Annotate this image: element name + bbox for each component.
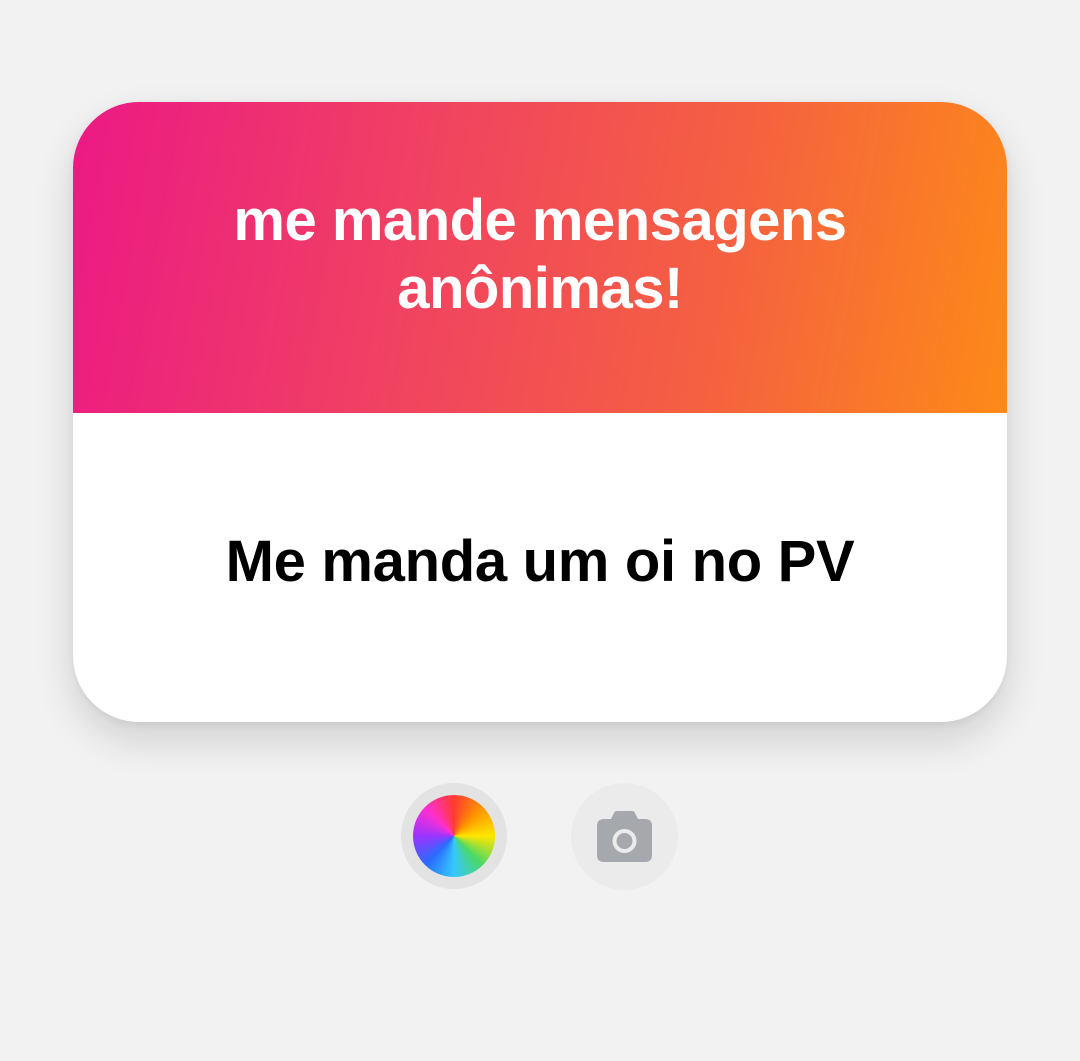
question-sticker-card[interactable]: me mande mensagens anônimas! Me manda um…: [73, 102, 1007, 722]
sticker-answer-area[interactable]: Me manda um oi no PV: [73, 413, 1007, 722]
sticker-title[interactable]: me mande mensagens anônimas!: [110, 187, 970, 329]
sticker-header: me mande mensagens anônimas!: [73, 102, 1007, 413]
color-wheel-icon: [413, 795, 495, 877]
sticker-controls: [0, 781, 1080, 891]
camera-button[interactable]: [571, 783, 678, 890]
camera-icon: [597, 811, 652, 862]
sticker-answer-text[interactable]: Me manda um oi no PV: [226, 528, 855, 596]
color-picker-button[interactable]: [401, 783, 507, 889]
